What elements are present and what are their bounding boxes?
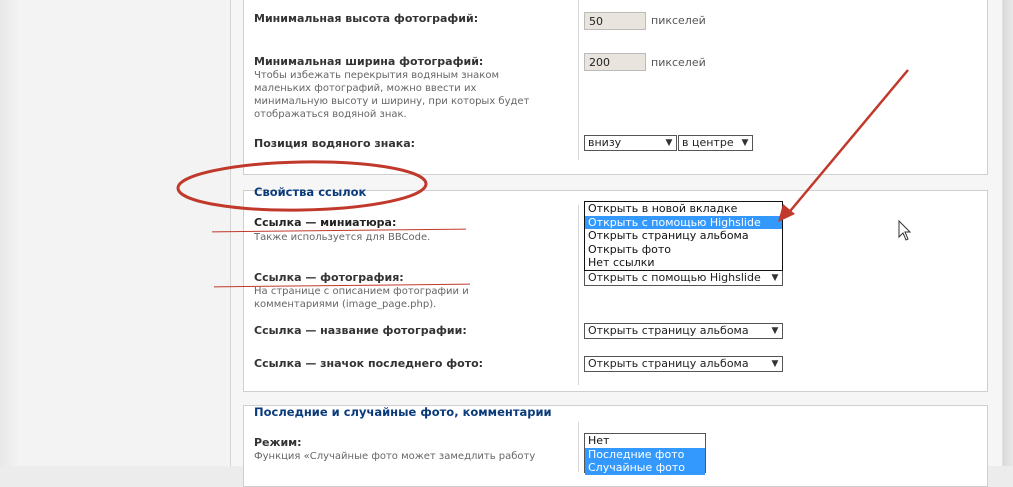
- annotation-overlay: [176, 69, 912, 241]
- annotation-ellipse: [176, 160, 428, 212]
- mouse-pointer-icon: [898, 219, 912, 241]
- annotation-arrow-line: [785, 69, 909, 217]
